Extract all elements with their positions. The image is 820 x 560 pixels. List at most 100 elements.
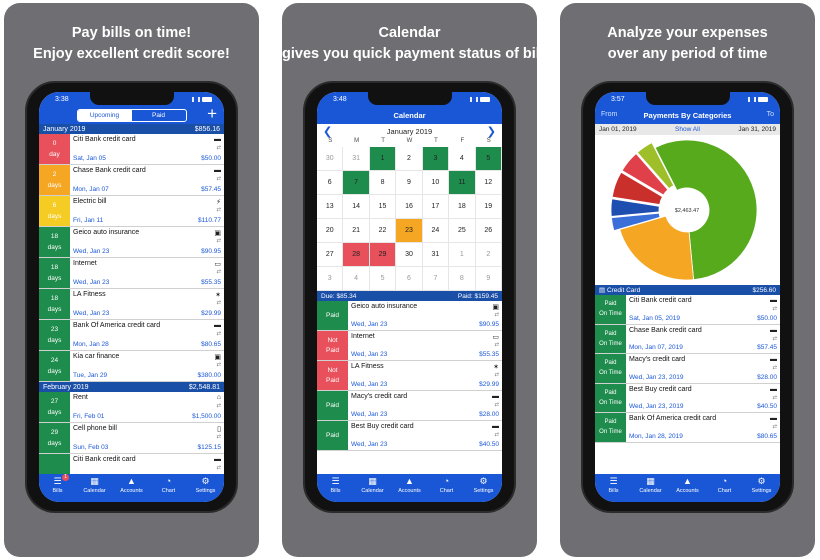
from-date[interactable]: Jan 01, 2019 (599, 126, 637, 133)
calendar-day[interactable]: 27 (317, 243, 344, 267)
add-bill-button[interactable]: + (207, 105, 217, 123)
calendar-day[interactable]: 3 (317, 267, 344, 291)
calendar-day[interactable]: 2 (396, 147, 423, 171)
calendar-day[interactable]: 31 (422, 243, 450, 267)
to-date[interactable]: Jan 31, 2019 (738, 126, 776, 133)
tab-calendar[interactable]: ▦ Calendar (356, 477, 390, 495)
calendar-day[interactable]: 28 (343, 243, 370, 267)
tab-calendar[interactable]: ▦ Calendar (634, 477, 668, 495)
tab-settings[interactable]: ⚙ Settings (745, 477, 779, 495)
calendar-day[interactable]: 14 (343, 195, 370, 219)
calendar-day[interactable]: 29 (369, 243, 397, 267)
bill-amount: $55.35 (479, 351, 499, 358)
due-days-unit: days (47, 182, 62, 189)
calendar-day[interactable]: 1 (449, 243, 476, 267)
calendar-day[interactable]: 7 (422, 267, 450, 291)
repeat-icon: ⇄ (216, 238, 221, 244)
calendar-day[interactable]: 4 (343, 267, 370, 291)
tab-settings[interactable]: ⚙ Settings (467, 477, 501, 495)
payment-amount: $50.00 (757, 314, 777, 322)
calendar-day[interactable]: 16 (396, 195, 423, 219)
payment-info: Best Buy credit card Wed, Jan 23, 2019 $40… (626, 384, 780, 413)
calendar-day[interactable]: 13 (317, 195, 344, 219)
bill-row[interactable]: 27 days Rent Fri, Feb 01 $1,500.00 ⌂ ⇄ (39, 392, 224, 423)
nav-bar: From Payments By Categories To (595, 106, 780, 124)
calendar-day[interactable]: 5 (369, 267, 397, 291)
tab-accounts[interactable]: ▲ Accounts (393, 477, 427, 495)
calendar-day[interactable]: 20 (317, 219, 344, 243)
tab-bills[interactable]: ☰ Bills (597, 476, 631, 495)
calendar-day[interactable]: 5 (475, 147, 502, 171)
calendar-day[interactable]: 1 (369, 147, 397, 171)
tab-calendar[interactable]: ▦ Calendar (78, 477, 112, 495)
calendar-day[interactable]: 8 (369, 171, 397, 195)
monitor-icon: ▭ (214, 261, 221, 268)
list-icon: ☰ (609, 476, 618, 486)
payment-row[interactable]: Paid On Time Best Buy credit card Wed, Jan … (595, 383, 780, 413)
category-pie-chart[interactable]: $2,463.47 (595, 135, 780, 285)
bill-row[interactable]: 18 days Geico auto insurance Wed, Jan 23 $90… (39, 227, 224, 258)
calendar-day[interactable]: 7 (343, 171, 370, 195)
calendar-day[interactable]: 4 (449, 147, 476, 171)
bill-row[interactable]: 18 days LA Fitness Wed, Jan 23 $29.99 ✶ ⇄ (39, 289, 224, 320)
calendar-day[interactable]: 2 (475, 243, 502, 267)
calendar-day[interactable]: 17 (422, 195, 450, 219)
segment-paid[interactable]: Paid (132, 110, 186, 121)
calendar-day[interactable]: 21 (343, 219, 370, 243)
tab-settings[interactable]: ⚙ Settings (189, 477, 223, 495)
calendar-day[interactable]: 6 (317, 171, 344, 195)
show-all-link[interactable]: Show All (675, 126, 700, 133)
payment-row[interactable]: Paid On Time Macy's credit card Wed, Jan 23… (595, 354, 780, 384)
bill-amount: $380.00 (197, 372, 222, 379)
tab-accounts[interactable]: ▲ Accounts (115, 476, 149, 495)
calendar-day[interactable]: 30 (396, 243, 423, 267)
calendar-day[interactable]: 6 (396, 267, 423, 291)
tab-chart[interactable]: ◔ Chart (152, 477, 186, 495)
bill-row[interactable]: Paid Geico auto insurance Wed, Jan 23 $90.9… (317, 301, 502, 331)
calendar-day[interactable]: 9 (396, 171, 423, 195)
tab-chart[interactable]: ◔ Chart (708, 477, 742, 495)
calendar-day[interactable]: 31 (343, 147, 370, 171)
calendar-day[interactable]: 9 (475, 267, 502, 291)
bill-row[interactable]: Not Paid LA Fitness Wed, Jan 23 $29.99 ✶ ⇄ (317, 361, 502, 391)
tab-chart[interactable]: ◔ Chart (430, 477, 464, 495)
calendar-day[interactable]: 24 (422, 219, 450, 243)
bank-icon: ▲ (127, 476, 136, 486)
bill-row[interactable]: 24 days Kia car finance Tue, Jan 29 $380.00 ▣… (39, 351, 224, 382)
repeat-icon: ⇄ (772, 306, 777, 312)
calendar-day[interactable]: 22 (369, 219, 397, 243)
tab-accounts[interactable]: ▲ Accounts (671, 477, 705, 495)
calendar-day[interactable]: 19 (475, 195, 502, 219)
bill-row[interactable]: 18 days Internet Wed, Jan 23 $55.35 ▭ ⇄ (39, 258, 224, 289)
next-month-button[interactable]: ❯ (487, 125, 496, 138)
page-title: Payments By Categories (643, 110, 732, 120)
calendar-day[interactable]: 10 (422, 171, 450, 195)
calendar-day[interactable]: 30 (317, 147, 344, 171)
calendar-day[interactable]: 15 (369, 195, 397, 219)
bill-row[interactable]: 23 days Bank Of America credit card Mon, Ja… (39, 320, 224, 351)
bill-amount: $1,500.00 (192, 413, 221, 420)
segment-upcoming[interactable]: Upcoming (77, 109, 132, 121)
calendar-day[interactable]: 18 (449, 195, 476, 219)
bill-row[interactable]: 6 days Electric bill Fri, Jan 11 $110.77 ⚡ ⇄ (39, 196, 224, 227)
payment-row[interactable]: Paid On Time Citi Bank credit card Sat, Jan… (595, 295, 780, 325)
payment-row[interactable]: Paid On Time Bank Of America credit card Mo… (595, 413, 780, 443)
prev-month-button[interactable]: ❮ (323, 125, 332, 138)
tab-bills[interactable]: ☰ Bills (319, 477, 353, 495)
bill-row[interactable]: Not Paid Internet Wed, Jan 23 $55.35 ▭ ⇄ (317, 331, 502, 361)
bill-row[interactable]: Paid Macy's credit card Wed, Jan 23 $28.00 ▬… (317, 391, 502, 421)
calendar-day[interactable]: 25 (449, 219, 476, 243)
calendar-day[interactable]: 11 (449, 171, 476, 195)
bill-row[interactable]: Paid Best Buy credit card Wed, Jan 23 $40.5… (317, 421, 502, 451)
bill-row[interactable]: 0 day Citi Bank credit card Sat, Jan 05 $50.… (39, 134, 224, 165)
calendar-day[interactable]: 3 (422, 147, 450, 171)
payment-row[interactable]: Paid On Time Chase Bank credit card Mon, Ja… (595, 324, 780, 354)
tab-bills[interactable]: ☰ 1 Bills (41, 474, 75, 494)
bill-row[interactable]: 2 days Chase Bank credit card Mon, Jan 07 $5… (39, 165, 224, 196)
calendar-day[interactable]: 12 (475, 171, 502, 195)
bill-row[interactable]: 29 days Cell phone bill Sun, Feb 03 $125.15 ▯… (39, 423, 224, 454)
calendar-day[interactable]: 23 (396, 219, 423, 243)
calendar-day[interactable]: 8 (449, 267, 476, 291)
calendar-day[interactable]: 26 (475, 219, 502, 243)
bill-info: Cell phone bill Sun, Feb 03 $125.15 ▯ ⇄ (70, 423, 224, 453)
